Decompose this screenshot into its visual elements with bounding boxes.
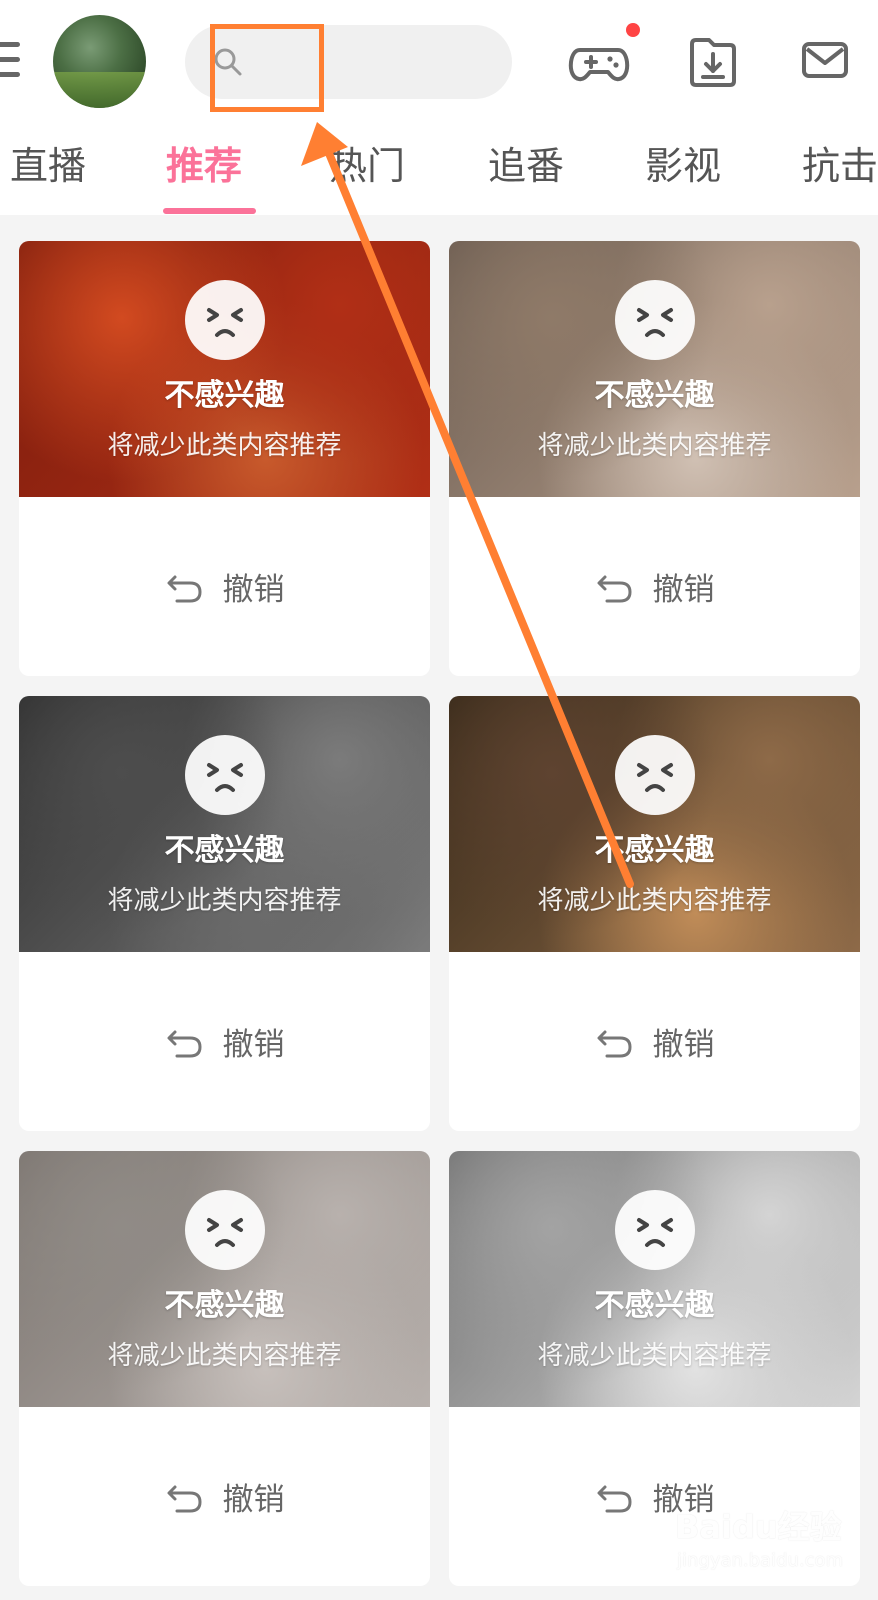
card-thumbnail: 不感兴趣 将减少此类内容推荐 [19, 241, 430, 497]
disliked-card: 不感兴趣 将减少此类内容推荐 撤销 [19, 1151, 430, 1586]
card-thumbnail: 不感兴趣 将减少此类内容推荐 [19, 696, 430, 952]
undo-icon [167, 575, 202, 602]
card-thumbnail: 不感兴趣 将减少此类内容推荐 [449, 241, 860, 497]
undo-label: 撤销 [652, 572, 715, 608]
category-tabs: 直播 推荐 热门 追番 影视 抗击 [0, 142, 878, 215]
card-title: 不感兴趣 [594, 1288, 715, 1323]
card-thumbnail: 不感兴趣 将减少此类内容推荐 [449, 696, 860, 952]
unhappy-face-icon [615, 280, 695, 360]
card-thumbnail: 不感兴趣 将减少此类内容推荐 [19, 1151, 430, 1407]
undo-button[interactable]: 撤销 [19, 1407, 430, 1586]
undo-button[interactable]: 撤销 [19, 497, 430, 676]
undo-label: 撤销 [222, 1027, 285, 1063]
card-title: 不感兴趣 [164, 1288, 285, 1323]
card-subtitle: 将减少此类内容推荐 [107, 886, 342, 916]
game-controller-icon[interactable] [568, 32, 630, 94]
card-subtitle: 将减少此类内容推荐 [107, 431, 342, 461]
undo-label: 撤销 [222, 1482, 285, 1518]
undo-icon [167, 1485, 202, 1512]
tab-movies[interactable]: 影视 [645, 142, 721, 190]
undo-label: 撤销 [652, 1482, 715, 1518]
unhappy-face-icon [185, 735, 265, 815]
undo-button[interactable]: 撤销 [449, 497, 860, 676]
search-bar[interactable] [185, 25, 512, 99]
undo-button[interactable]: 撤销 [449, 1407, 860, 1586]
card-subtitle: 将减少此类内容推荐 [107, 1341, 342, 1371]
undo-icon [167, 1030, 202, 1057]
undo-label: 撤销 [222, 572, 285, 608]
card-title: 不感兴趣 [164, 378, 285, 413]
disliked-card: 不感兴趣 将减少此类内容推荐 撤销 [19, 241, 430, 676]
avatar[interactable] [53, 15, 146, 108]
top-header: 直播 推荐 热门 追番 影视 抗击 [0, 0, 878, 215]
undo-button[interactable]: 撤销 [449, 952, 860, 1131]
undo-icon [597, 1485, 632, 1512]
mail-icon[interactable] [797, 32, 853, 88]
tab-recommend[interactable]: 推荐 [166, 142, 242, 190]
search-input[interactable] [255, 25, 485, 99]
undo-label: 撤销 [652, 1027, 715, 1063]
menu-icon[interactable] [0, 42, 22, 80]
unhappy-face-icon [185, 1190, 265, 1270]
unhappy-face-icon [615, 1190, 695, 1270]
card-title: 不感兴趣 [594, 833, 715, 868]
disliked-card: 不感兴趣 将减少此类内容推荐 撤销 [19, 696, 430, 1131]
card-subtitle: 将减少此类内容推荐 [537, 431, 772, 461]
disliked-card: 不感兴趣 将减少此类内容推荐 撤销 [449, 241, 860, 676]
search-icon [214, 48, 242, 76]
download-icon[interactable] [684, 32, 742, 90]
tab-fight[interactable]: 抗击 [802, 142, 878, 190]
card-thumbnail: 不感兴趣 将减少此类内容推荐 [449, 1151, 860, 1407]
unhappy-face-icon [615, 735, 695, 815]
disliked-card: 不感兴趣 将减少此类内容推荐 撤销 [449, 696, 860, 1131]
notification-dot [626, 23, 640, 37]
disliked-card: 不感兴趣 将减少此类内容推荐 撤销 [449, 1151, 860, 1586]
tab-anime[interactable]: 追番 [488, 142, 564, 190]
undo-button[interactable]: 撤销 [19, 952, 430, 1131]
undo-icon [597, 575, 632, 602]
card-title: 不感兴趣 [594, 378, 715, 413]
active-tab-indicator [163, 208, 256, 214]
tab-live[interactable]: 直播 [10, 142, 86, 190]
card-title: 不感兴趣 [164, 833, 285, 868]
unhappy-face-icon [185, 280, 265, 360]
undo-icon [597, 1030, 632, 1057]
card-subtitle: 将减少此类内容推荐 [537, 886, 772, 916]
tab-hot[interactable]: 热门 [329, 142, 405, 190]
card-subtitle: 将减少此类内容推荐 [537, 1341, 772, 1371]
